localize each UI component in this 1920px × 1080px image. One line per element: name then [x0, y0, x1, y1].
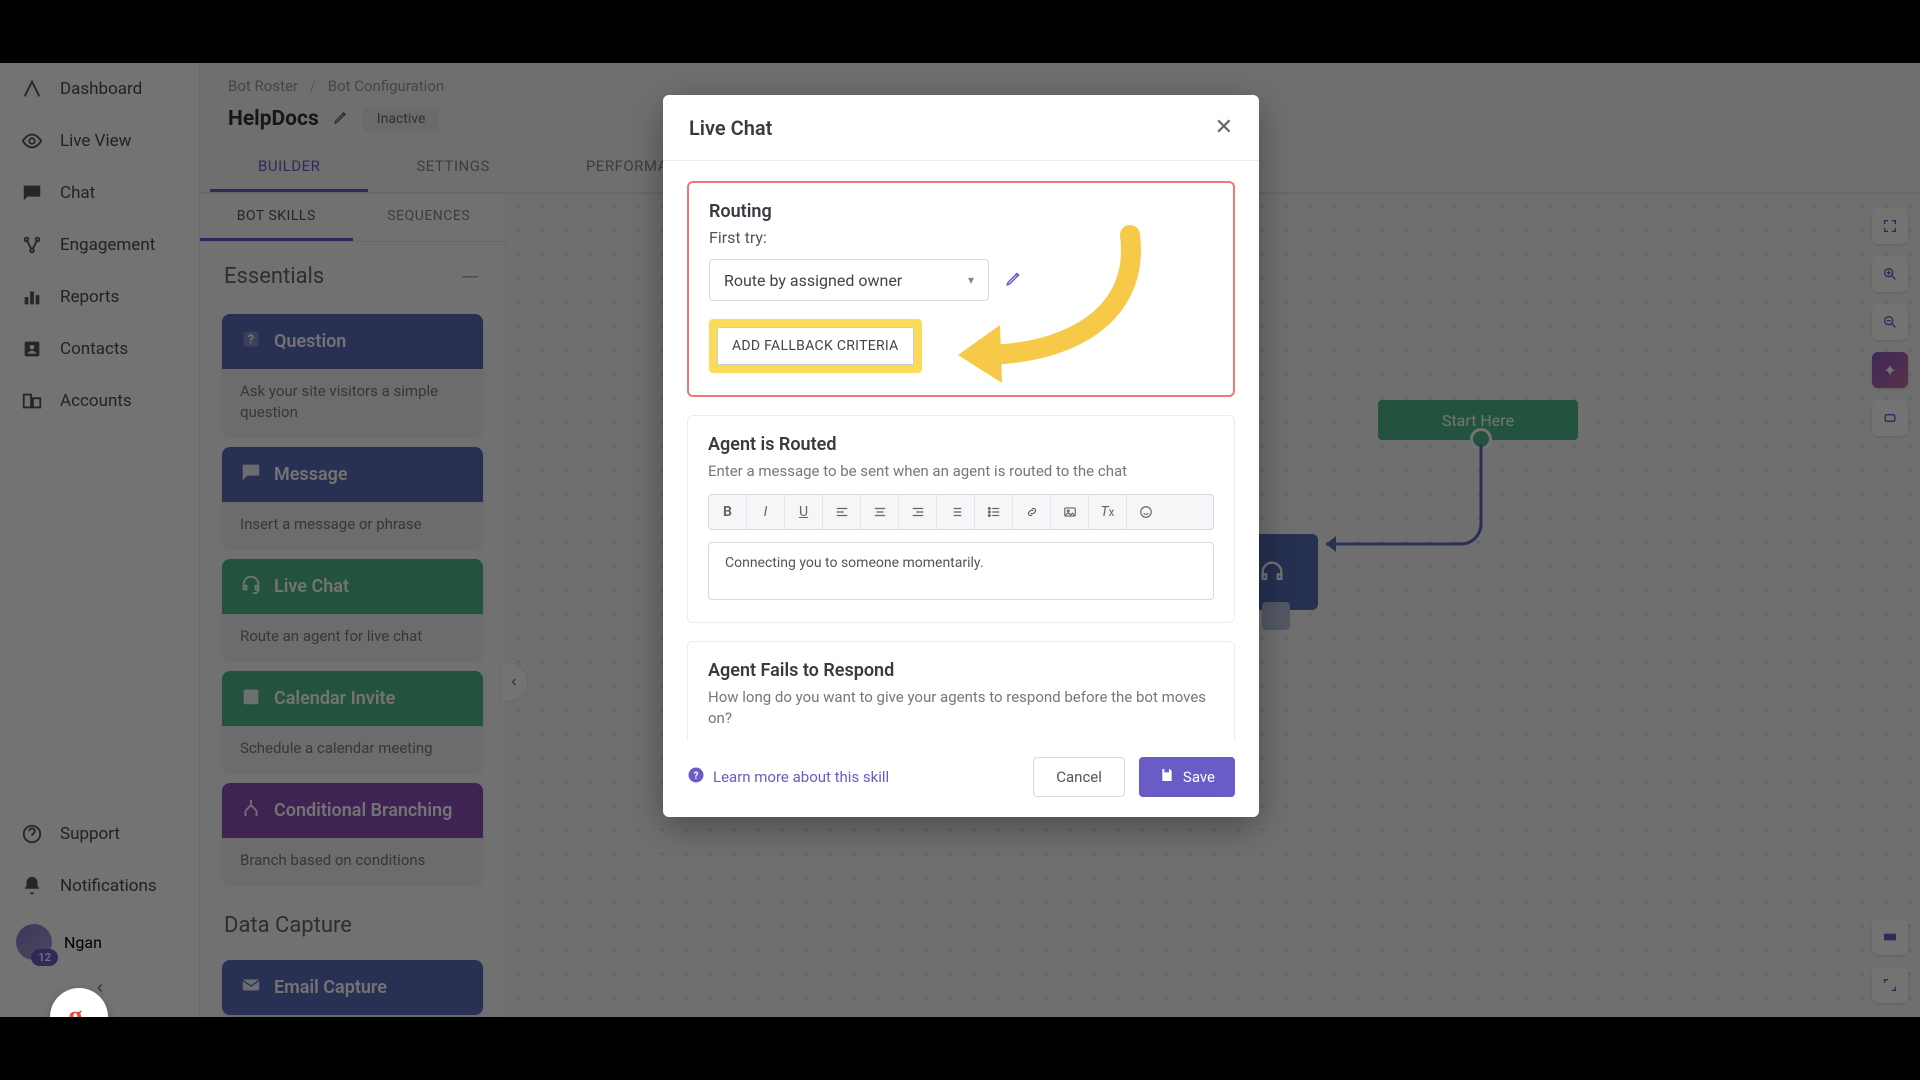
modal-footer: ? Learn more about this skill Cancel Sav… [663, 741, 1259, 817]
align-left-button[interactable] [823, 495, 861, 529]
live-chat-modal: Live Chat ✕ Routing First try: Route by … [663, 95, 1259, 817]
route-select-value: Route by assigned owner [724, 271, 902, 290]
letterbox-top [0, 0, 1920, 63]
fallback-highlight: ADD FALLBACK CRITERIA [709, 319, 922, 373]
modal-title: Live Chat [689, 116, 772, 140]
routing-firsttry-label: First try: [709, 228, 1213, 247]
bold-button[interactable]: B [709, 495, 747, 529]
learn-more-label: Learn more about this skill [713, 768, 889, 786]
modal-body: Routing First try: Route by assigned own… [663, 161, 1259, 741]
rte-toolbar: B I U Tx [708, 494, 1214, 530]
unordered-list-button[interactable] [975, 495, 1013, 529]
image-button[interactable] [1051, 495, 1089, 529]
letterbox-bottom [0, 1017, 1920, 1080]
link-button[interactable] [1013, 495, 1051, 529]
agent-fails-desc: How long do you want to give your agents… [708, 687, 1214, 729]
routing-heading: Routing [709, 201, 1213, 222]
message-textarea[interactable]: Connecting you to someone momentarily. [708, 542, 1214, 600]
routing-section: Routing First try: Route by assigned own… [687, 181, 1235, 397]
agent-routed-desc: Enter a message to be sent when an agent… [708, 461, 1214, 482]
route-row: Route by assigned owner [709, 259, 1213, 301]
modal-header: Live Chat ✕ [663, 95, 1259, 161]
align-right-button[interactable] [899, 495, 937, 529]
help-circle-icon: ? [687, 766, 705, 788]
agent-fails-section: Agent Fails to Respond How long do you w… [687, 641, 1235, 741]
close-icon[interactable]: ✕ [1215, 115, 1233, 140]
clear-format-button[interactable]: Tx [1089, 495, 1127, 529]
route-select[interactable]: Route by assigned owner [709, 259, 989, 301]
agent-routed-section: Agent is Routed Enter a message to be se… [687, 415, 1235, 623]
modal-actions: Cancel Save [1033, 757, 1235, 797]
modal-save-button[interactable]: Save [1139, 757, 1235, 797]
modal-save-label: Save [1183, 768, 1215, 786]
agent-fails-heading: Agent Fails to Respond [708, 660, 1214, 681]
add-fallback-button[interactable]: ADD FALLBACK CRITERIA [717, 327, 914, 365]
agent-routed-heading: Agent is Routed [708, 434, 1214, 455]
cancel-button[interactable]: Cancel [1033, 757, 1125, 797]
save-icon [1159, 767, 1175, 787]
italic-button[interactable]: I [747, 495, 785, 529]
ordered-list-button[interactable] [937, 495, 975, 529]
learn-more-link[interactable]: ? Learn more about this skill [687, 766, 889, 788]
emoji-button[interactable] [1127, 495, 1165, 529]
edit-route-button[interactable] [1005, 269, 1023, 291]
underline-button[interactable]: U [785, 495, 823, 529]
align-center-button[interactable] [861, 495, 899, 529]
svg-text:?: ? [694, 771, 699, 782]
